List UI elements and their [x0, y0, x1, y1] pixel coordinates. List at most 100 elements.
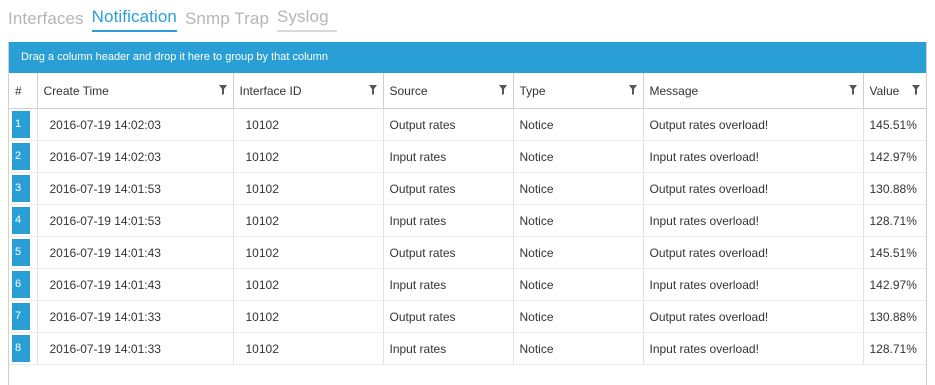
- cell-interface-id: 10102: [233, 332, 384, 365]
- cell-create-time: 2016-07-19 14:01:53: [37, 204, 234, 237]
- cell-message: Output rates overload!: [643, 172, 864, 205]
- cell-message: Input rates overload!: [643, 268, 864, 301]
- cell-source: Input rates: [383, 268, 514, 301]
- row-number: 8: [9, 332, 38, 365]
- table-row[interactable]: 3 2016-07-19 14:01:53 10102 Output rates Not…: [9, 172, 926, 205]
- cell-type: Notice: [513, 300, 644, 333]
- column-header-label: Source: [389, 83, 428, 98]
- row-number-badge[interactable]: 7: [12, 303, 30, 330]
- column-header-interface-id[interactable]: Interface ID: [233, 73, 384, 109]
- tab-interfaces[interactable]: Interfaces: [8, 9, 92, 32]
- cell-type: Notice: [513, 204, 644, 237]
- table-row[interactable]: 7 2016-07-19 14:01:33 10102 Output rates Not…: [9, 300, 926, 333]
- column-header-message[interactable]: Message: [643, 73, 864, 109]
- table-row[interactable]: 1 2016-07-19 14:02:03 10102 Output rates Not…: [9, 108, 926, 141]
- row-number-badge[interactable]: 3: [12, 175, 30, 202]
- table-row[interactable]: 6 2016-07-19 14:01:43 10102 Input rates Noti…: [9, 268, 926, 301]
- cell-create-time: 2016-07-19 14:01:53: [37, 172, 234, 205]
- filter-icon[interactable]: [218, 84, 227, 95]
- tab-bar: Interfaces Notification Snmp Trap Syslog: [8, 6, 337, 32]
- tab-snmp-trap[interactable]: Snmp Trap: [185, 9, 277, 32]
- cell-interface-id: 10102: [233, 268, 384, 301]
- filter-icon[interactable]: [848, 84, 857, 95]
- row-number-badge[interactable]: 8: [12, 335, 30, 362]
- group-drop-area[interactable]: Drag a column header and drop it here to…: [9, 42, 926, 73]
- cell-value: 142.97%: [863, 140, 926, 173]
- row-number: 3: [9, 172, 38, 205]
- cell-interface-id: 10102: [233, 204, 384, 237]
- cell-create-time: 2016-07-19 14:02:03: [37, 108, 234, 141]
- filter-icon[interactable]: [498, 84, 507, 95]
- cell-source: Input rates: [383, 204, 514, 237]
- cell-type: Notice: [513, 332, 644, 365]
- filter-icon[interactable]: [368, 84, 377, 95]
- column-header-value[interactable]: Value: [863, 73, 926, 109]
- cell-type: Notice: [513, 268, 644, 301]
- cell-message: Input rates overload!: [643, 204, 864, 237]
- row-number: 4: [9, 204, 38, 237]
- row-number-badge[interactable]: 6: [12, 271, 30, 298]
- cell-value: 128.71%: [863, 332, 926, 365]
- cell-source: Input rates: [383, 332, 514, 365]
- notification-grid: Drag a column header and drop it here to…: [8, 42, 927, 385]
- table-body: 1 2016-07-19 14:02:03 10102 Output rates Not…: [9, 108, 926, 365]
- cell-interface-id: 10102: [233, 140, 384, 173]
- row-number: 1: [9, 108, 38, 141]
- table-row[interactable]: 2 2016-07-19 14:02:03 10102 Input rates Noti…: [9, 140, 926, 173]
- cell-message: Input rates overload!: [643, 332, 864, 365]
- row-number-badge[interactable]: 5: [12, 239, 30, 266]
- cell-create-time: 2016-07-19 14:01:33: [37, 300, 234, 333]
- cell-message: Output rates overload!: [643, 108, 864, 141]
- notification-table: # Create Time Interface ID Source Type M…: [9, 73, 926, 365]
- row-number: 7: [9, 300, 38, 333]
- row-number-badge[interactable]: 1: [12, 111, 30, 138]
- cell-source: Output rates: [383, 300, 514, 333]
- cell-value: 145.51%: [863, 108, 926, 141]
- cell-interface-id: 10102: [233, 236, 384, 269]
- cell-source: Output rates: [383, 108, 514, 141]
- column-header-label: Create Time: [43, 83, 109, 98]
- cell-value: 130.88%: [863, 172, 926, 205]
- cell-value: 130.88%: [863, 300, 926, 333]
- row-number-badge[interactable]: 2: [12, 143, 30, 170]
- cell-type: Notice: [513, 140, 644, 173]
- cell-message: Input rates overload!: [643, 140, 864, 173]
- column-header-create-time[interactable]: Create Time: [37, 73, 234, 109]
- cell-value: 128.71%: [863, 204, 926, 237]
- cell-interface-id: 10102: [233, 300, 384, 333]
- row-number-badge[interactable]: 4: [12, 207, 30, 234]
- tab-syslog[interactable]: Syslog: [277, 7, 337, 32]
- filter-icon[interactable]: [628, 84, 637, 95]
- column-header-label: Type: [519, 83, 546, 98]
- column-header-type[interactable]: Type: [513, 73, 644, 109]
- cell-source: Output rates: [383, 172, 514, 205]
- column-header-source[interactable]: Source: [383, 73, 514, 109]
- column-header-label: Value: [869, 83, 900, 98]
- column-header-number[interactable]: #: [9, 73, 38, 109]
- header-row: # Create Time Interface ID Source Type M…: [9, 73, 926, 109]
- cell-source: Input rates: [383, 140, 514, 173]
- cell-type: Notice: [513, 236, 644, 269]
- cell-create-time: 2016-07-19 14:01:43: [37, 236, 234, 269]
- table-row[interactable]: 5 2016-07-19 14:01:43 10102 Output rates Not…: [9, 236, 926, 269]
- cell-message: Output rates overload!: [643, 236, 864, 269]
- cell-type: Notice: [513, 108, 644, 141]
- tab-notification[interactable]: Notification: [91, 7, 177, 32]
- row-number: 6: [9, 268, 38, 301]
- cell-type: Notice: [513, 172, 644, 205]
- row-number: 2: [9, 140, 38, 173]
- cell-message: Output rates overload!: [643, 300, 864, 333]
- cell-source: Output rates: [383, 236, 514, 269]
- cell-create-time: 2016-07-19 14:02:03: [37, 140, 234, 173]
- table-row[interactable]: 8 2016-07-19 14:01:33 10102 Input rates Noti…: [9, 332, 926, 365]
- column-header-label: Interface ID: [239, 83, 302, 98]
- cell-interface-id: 10102: [233, 108, 384, 141]
- cell-value: 142.97%: [863, 268, 926, 301]
- column-header-label: Message: [649, 83, 699, 98]
- row-number: 5: [9, 236, 38, 269]
- cell-value: 145.51%: [863, 236, 926, 269]
- cell-create-time: 2016-07-19 14:01:43: [37, 268, 234, 301]
- table-row[interactable]: 4 2016-07-19 14:01:53 10102 Input rates Noti…: [9, 204, 926, 237]
- filter-icon[interactable]: [911, 84, 920, 95]
- cell-create-time: 2016-07-19 14:01:33: [37, 332, 234, 365]
